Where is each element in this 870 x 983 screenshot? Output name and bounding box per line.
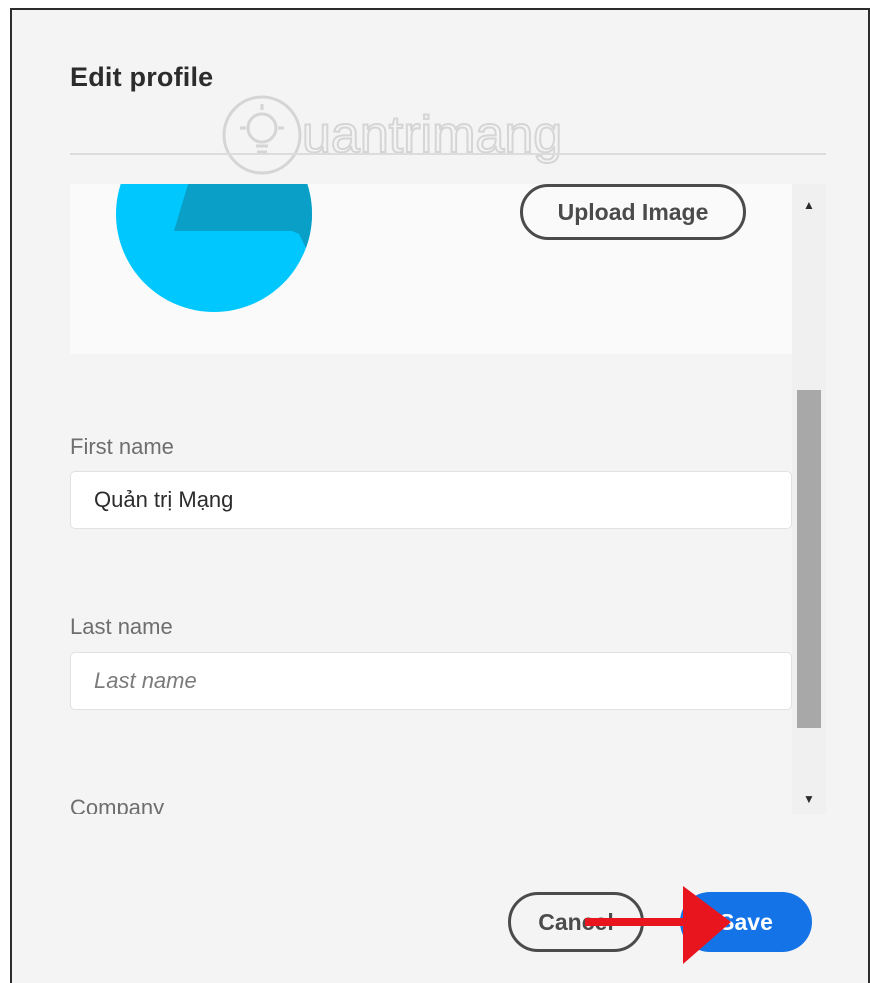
first-name-label: First name [70,434,174,459]
watermark-logo: uantrimang [222,95,563,175]
scrollbar-thumb[interactable] [797,390,821,728]
save-button[interactable]: Save [680,892,812,952]
lightbulb-icon [222,95,302,175]
cancel-button[interactable]: Cancel [508,892,644,952]
edit-profile-dialog: Edit profile uantrimang Upload Image Fir… [10,8,870,983]
avatar[interactable] [114,184,314,314]
upload-image-button[interactable]: Upload Image [520,184,746,240]
company-label: Company [70,795,165,814]
scrollbar[interactable]: ▲ ▼ [792,184,826,814]
dialog-title: Edit profile [70,62,214,92]
watermark-text: uantrimang [302,106,562,164]
last-name-label: Last name [70,614,173,639]
title-divider [70,153,826,155]
profile-form-scroll-area[interactable]: Upload Image First name Quản trị Mạng La… [70,184,826,814]
avatar-card: Upload Image [70,184,792,354]
last-name-field[interactable]: Last name [70,652,792,710]
scroll-up-arrow-icon[interactable]: ▲ [792,190,826,220]
scroll-down-arrow-icon[interactable]: ▼ [792,784,826,814]
first-name-field[interactable]: Quản trị Mạng [70,471,792,529]
